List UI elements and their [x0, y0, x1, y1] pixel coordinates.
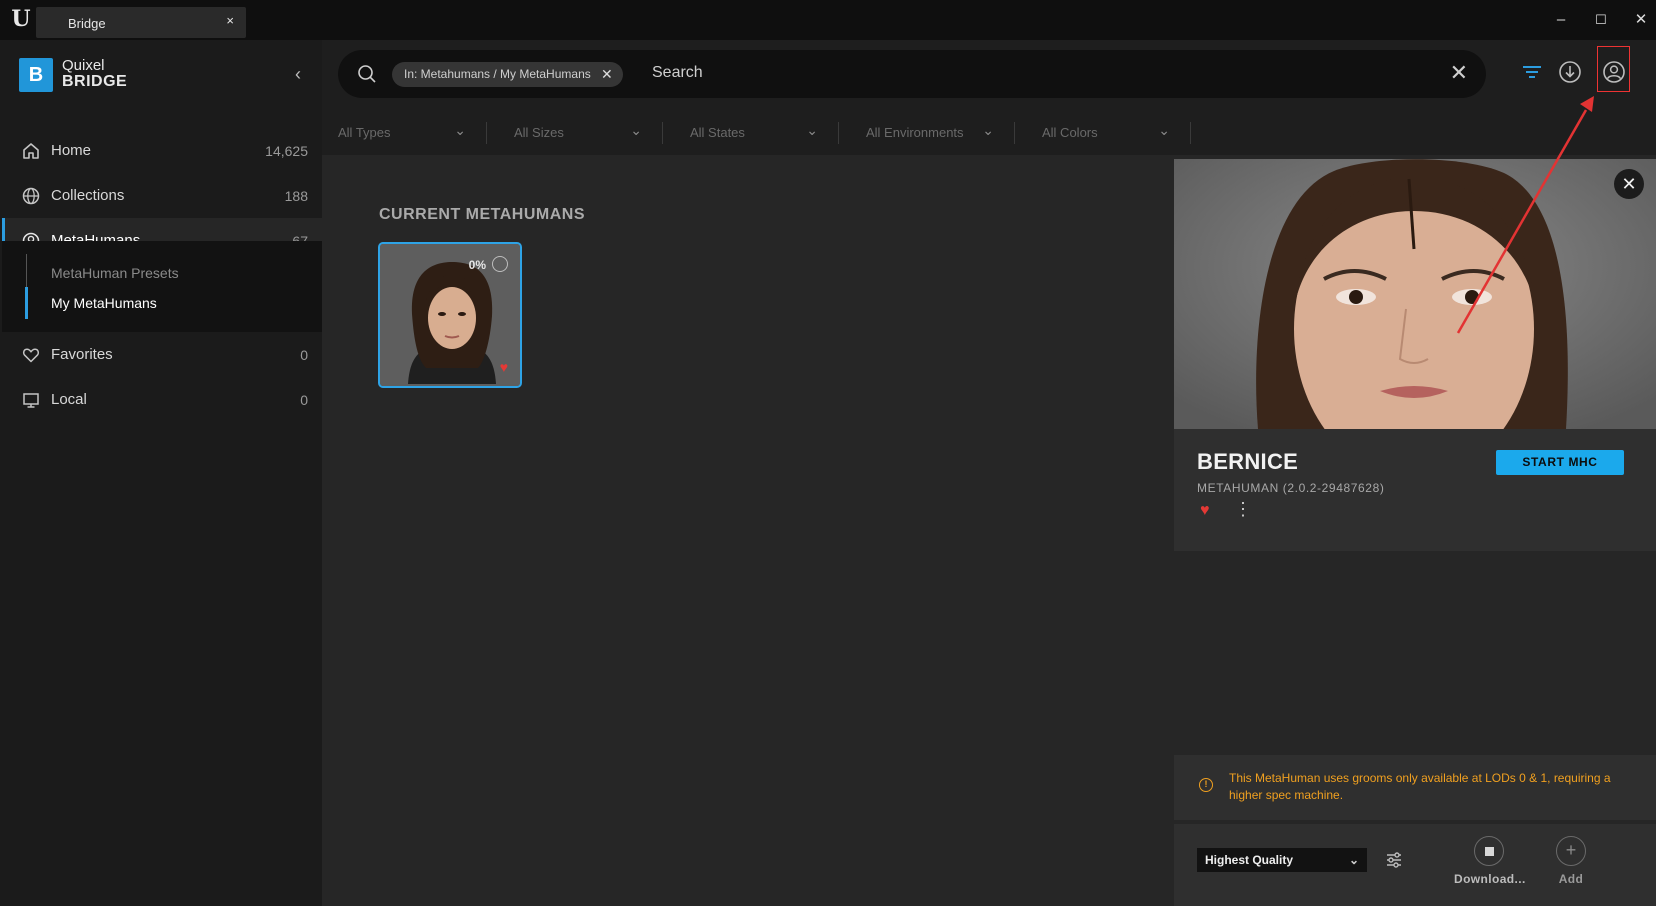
chip-close-icon[interactable]: ✕	[601, 62, 613, 87]
sidebar-item-count: 14,625	[265, 143, 308, 159]
title-bar: U Bridge × – ☐ ✕	[0, 0, 1656, 40]
metahuman-card[interactable]: 0% ♥	[378, 242, 522, 388]
metahuman-version: METAHUMAN (2.0.2-29487628)	[1197, 481, 1385, 495]
groom-warning: ! This MetaHuman uses grooms only availa…	[1174, 755, 1656, 820]
warning-text: This MetaHuman uses grooms only availabl…	[1229, 771, 1611, 802]
section-title: CURRENT METAHUMANS	[379, 206, 586, 223]
heart-icon	[22, 348, 40, 363]
sidebar-item-collections[interactable]: Collections 188	[2, 173, 322, 219]
chevron-down-icon: ⌄	[1348, 853, 1359, 867]
main-panel: In: Metahumans / My MetaHumans ✕ ✕ All T…	[322, 40, 1656, 906]
search-icon	[358, 65, 376, 83]
metahuman-info: BERNICE METAHUMAN (2.0.2-29487628) START…	[1174, 429, 1656, 551]
bridge-tab[interactable]: Bridge ×	[36, 7, 246, 38]
chevron-down-icon: ⌄	[806, 122, 818, 138]
sidebar-item-label: Local	[51, 391, 87, 408]
add-icon: +	[1556, 836, 1586, 866]
sidebar-item-count: 0	[300, 347, 308, 363]
quixel-bridge-logo: B Quixel BRIDGE	[19, 57, 159, 98]
globe-icon	[22, 187, 40, 205]
search-input[interactable]	[652, 58, 1352, 88]
filter-row: All Types ⌄ All Sizes ⌄ All States ⌄ All En…	[322, 112, 1656, 154]
subnav-item-metahuman-presets[interactable]: MetaHuman Presets	[51, 265, 179, 281]
brand-line2: BRIDGE	[62, 73, 128, 90]
top-toolbar: In: Metahumans / My MetaHumans ✕ ✕ All T…	[322, 40, 1656, 155]
sidebar-item-count: 188	[284, 188, 308, 204]
collapse-sidebar-button[interactable]: ‹	[288, 64, 308, 84]
home-icon	[23, 143, 39, 159]
maximize-button[interactable]: ☐	[1586, 8, 1616, 32]
chevron-down-icon: ⌄	[454, 122, 466, 138]
sidebar: B Quixel BRIDGE ‹ Home 14,625 Collection…	[2, 40, 322, 906]
sidebar-item-local[interactable]: Local 0	[2, 377, 322, 423]
chevron-down-icon: ⌄	[630, 122, 642, 138]
sidebar-item-count: 0	[300, 392, 308, 408]
download-button[interactable]: Download...	[1454, 836, 1526, 896]
filter-label: All Types	[338, 125, 391, 140]
chip-label: In: Metahumans / My MetaHumans	[404, 67, 591, 81]
filter-sizes[interactable]: All Sizes ⌄	[498, 122, 663, 144]
filter-icon[interactable]	[1518, 58, 1546, 86]
favorite-heart-icon[interactable]: ♥	[1200, 502, 1210, 520]
info-warning-icon: !	[1199, 778, 1213, 792]
quality-select[interactable]: Highest Quality ⌄	[1197, 848, 1367, 872]
sidebar-item-label: Home	[51, 142, 92, 159]
tab-title: Bridge	[68, 16, 106, 31]
tab-close-icon[interactable]: ×	[226, 13, 234, 28]
filter-environments[interactable]: All Environments ⌄	[850, 122, 1015, 144]
download-label: Download...	[1454, 872, 1526, 886]
quality-value: Highest Quality	[1205, 853, 1294, 867]
search-bar[interactable]: In: Metahumans / My MetaHumans ✕ ✕	[338, 50, 1486, 98]
filter-label: All Sizes	[514, 125, 564, 140]
chevron-down-icon: ⌄	[982, 122, 994, 138]
close-detail-button[interactable]: ✕	[1614, 169, 1644, 199]
stop-download-icon	[1474, 836, 1504, 866]
unreal-logo-icon: U	[11, 6, 31, 32]
filter-label: All Environments	[866, 125, 964, 140]
sidebar-item-home[interactable]: Home 14,625	[2, 128, 322, 174]
clear-search-icon[interactable]: ✕	[1450, 61, 1468, 85]
subnav-item-my-metahumans[interactable]: My MetaHumans	[51, 295, 157, 311]
chevron-down-icon: ⌄	[1158, 122, 1170, 138]
filter-types[interactable]: All Types ⌄	[322, 122, 487, 144]
add-button[interactable]: + Add	[1536, 836, 1606, 896]
metahuman-name: BERNICE	[1197, 449, 1299, 474]
search-scope-chip[interactable]: In: Metahumans / My MetaHumans ✕	[392, 62, 623, 87]
bridge-logo-icon: B	[19, 58, 53, 92]
monitor-icon	[23, 393, 39, 408]
select-ring-icon[interactable]	[492, 256, 508, 272]
subnav-active-indicator	[25, 287, 28, 319]
metahuman-preview-image: ✕	[1174, 159, 1656, 429]
download-icon[interactable]	[1556, 58, 1584, 86]
sidebar-item-label: Favorites	[51, 346, 113, 363]
portrait-illustration	[1174, 159, 1656, 429]
sidebar-item-favorites[interactable]: Favorites 0	[2, 332, 322, 378]
metahumans-subnav: MetaHuman Presets My MetaHumans	[2, 241, 322, 332]
filter-label: All Colors	[1042, 125, 1098, 140]
download-footer: Highest Quality ⌄ Download... + Add	[1174, 824, 1656, 906]
more-options-icon[interactable]: ⋮	[1234, 500, 1252, 518]
download-progress: 0%	[468, 258, 486, 272]
brand-line1: Quixel	[62, 57, 105, 74]
favorite-heart-icon[interactable]: ♥	[500, 359, 508, 375]
detail-panel: ✕ BERNICE METAHUMAN (2.0.2-29487628) STA…	[1174, 159, 1656, 906]
close-window-button[interactable]: ✕	[1626, 8, 1656, 32]
settings-sliders-icon[interactable]	[1384, 850, 1404, 870]
start-mhc-button[interactable]: START MHC	[1496, 450, 1624, 475]
add-label: Add	[1558, 872, 1584, 886]
annotation-highlight-box	[1597, 46, 1630, 92]
filter-states[interactable]: All States ⌄	[674, 122, 839, 144]
sidebar-item-label: Collections	[51, 187, 125, 204]
filter-label: All States	[690, 125, 745, 140]
filter-colors[interactable]: All Colors ⌄	[1026, 122, 1191, 144]
minimize-button[interactable]: –	[1546, 8, 1576, 32]
